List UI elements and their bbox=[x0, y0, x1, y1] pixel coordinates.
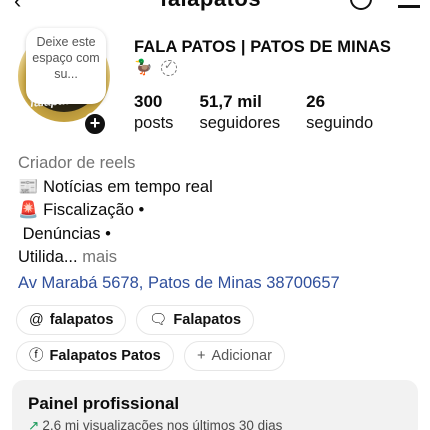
add-story-icon[interactable]: + bbox=[83, 112, 107, 136]
bio-more-link[interactable]: mais bbox=[78, 248, 117, 266]
messenger-link-chip[interactable]: 🗨 Falapatos bbox=[136, 305, 255, 335]
bio-line: 🚨 Fiscalização • bbox=[18, 201, 145, 219]
verified-badge-icon[interactable] bbox=[161, 59, 178, 76]
threads-link-chip[interactable]: @ falapatos bbox=[16, 305, 127, 335]
stat-posts-number: 300 bbox=[134, 92, 163, 111]
bio-truncated-text: Utilida... bbox=[18, 248, 78, 266]
dashboard-views-text: 2,6 mi visualizações nos últimos 30 dias bbox=[42, 418, 283, 430]
bio-address-link[interactable]: Av Marabá 5678, Patos de Minas 38700657 bbox=[18, 272, 418, 296]
top-bar: ‹ falapatos bbox=[0, 0, 430, 14]
stat-following-label: seguindo bbox=[306, 114, 374, 132]
profile-name: FALA PATOS | PATOS DE MINAS bbox=[134, 38, 391, 56]
stat-following[interactable]: 26 seguindo bbox=[306, 92, 373, 134]
stat-followers[interactable]: 51,7 mil seguidores bbox=[199, 92, 280, 134]
menu-icon[interactable] bbox=[398, 0, 420, 8]
profile-stats: 300 posts 51,7 mil seguidores 26 seguind… bbox=[134, 92, 399, 134]
dashboard-subtitle: ↗ 2,6 mi visualizações nos últimos 30 dia… bbox=[28, 418, 402, 430]
trend-up-icon: ↗ bbox=[28, 418, 40, 430]
stat-following-number: 26 bbox=[306, 92, 326, 111]
plus-icon: + bbox=[197, 348, 206, 364]
threads-icon[interactable] bbox=[350, 0, 372, 10]
stat-followers-number: 51,7 mil bbox=[199, 92, 262, 111]
page-title: falapatos bbox=[160, 0, 261, 12]
back-icon[interactable]: ‹ bbox=[14, 0, 21, 14]
facebook-link-chip[interactable]: ⓕ Falapatos Patos bbox=[16, 341, 174, 371]
facebook-link-label: Falapatos Patos bbox=[49, 348, 161, 364]
stat-posts-label: posts bbox=[134, 114, 174, 132]
facebook-icon: ⓕ bbox=[29, 348, 44, 364]
add-link-chip[interactable]: + Adicionar bbox=[184, 341, 285, 371]
duck-icon: 🦆 bbox=[134, 59, 153, 76]
stat-posts[interactable]: 300 posts bbox=[134, 92, 173, 134]
threads-icon: @ bbox=[29, 312, 44, 328]
bio-line: Denúncias • bbox=[18, 224, 111, 243]
bio: Criador de reels 📰 Notícias em tempo rea… bbox=[18, 152, 418, 295]
note-bubble[interactable]: Deixe este espaço com su... bbox=[26, 28, 106, 104]
bio-category: Criador de reels bbox=[18, 154, 136, 172]
stat-followers-label: seguidores bbox=[199, 114, 281, 132]
bio-line: 📰 Notícias em tempo real bbox=[18, 177, 213, 196]
profile-badges: 🦆 bbox=[134, 58, 178, 78]
dashboard-title: Painel profissional bbox=[28, 394, 180, 413]
add-link-label: Adicionar bbox=[211, 348, 272, 364]
messenger-icon: 🗨 bbox=[149, 312, 168, 328]
threads-link-label: falapatos bbox=[49, 312, 114, 328]
messenger-link-label: Falapatos bbox=[173, 312, 242, 328]
bio-line-last: Utilida... mais bbox=[18, 246, 418, 270]
professional-dashboard[interactable]: Painel profissional ↗ 2,6 mi visualizaçõe… bbox=[12, 380, 418, 430]
